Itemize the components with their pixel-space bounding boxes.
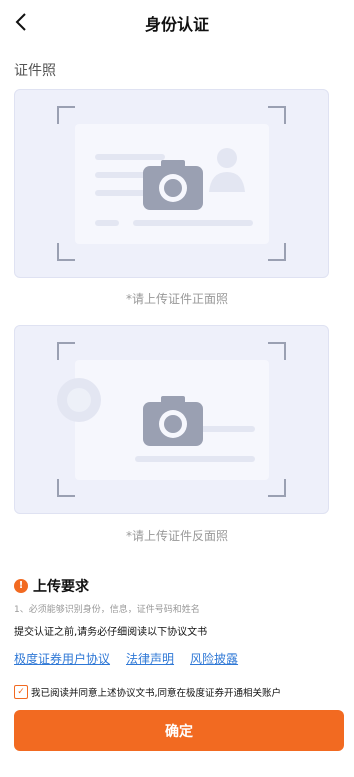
risk-disclosure-link[interactable]: 风险披露 bbox=[190, 650, 238, 667]
requirements-note: 提交认证之前,请务必仔细阅读以下协议文书 bbox=[14, 627, 208, 638]
camera-icon bbox=[143, 396, 203, 446]
frame-corner bbox=[57, 243, 75, 261]
frame-corner bbox=[268, 342, 286, 360]
section-label: 证件照 bbox=[14, 63, 56, 79]
frame-corner bbox=[268, 243, 286, 261]
id-front-upload[interactable] bbox=[14, 89, 329, 278]
confirm-button[interactable]: 确定 bbox=[14, 710, 344, 751]
frame-corner bbox=[57, 342, 75, 360]
requirements-title: 上传要求 bbox=[33, 579, 89, 595]
frame-corner bbox=[268, 106, 286, 124]
header: 身份认证 bbox=[0, 0, 354, 44]
emblem-icon bbox=[57, 378, 101, 422]
warning-icon: ! bbox=[14, 579, 28, 593]
user-agreement-link[interactable]: 极度证券用户协议 bbox=[14, 650, 110, 667]
back-hint: *请上传证件反面照 bbox=[125, 529, 228, 543]
agreement-row[interactable]: ✓ 我已阅读并同意上述协议文书,同意在极度证券开通相关账户 bbox=[14, 685, 281, 699]
agreement-checkbox[interactable]: ✓ bbox=[14, 685, 28, 699]
front-hint: *请上传证件正面照 bbox=[125, 292, 228, 306]
frame-corner bbox=[57, 479, 75, 497]
requirements-heading: ! 上传要求 bbox=[14, 577, 89, 595]
agreement-links: 极度证券用户协议 法律声明 风险披露 bbox=[14, 650, 238, 667]
requirements-desc: 1、必须能够识别身份，信息，证件号码和姓名 bbox=[14, 605, 200, 615]
check-icon: ✓ bbox=[17, 686, 25, 697]
frame-corner bbox=[268, 479, 286, 497]
id-back-upload[interactable] bbox=[14, 325, 329, 514]
frame-corner bbox=[57, 106, 75, 124]
camera-icon bbox=[143, 160, 203, 210]
page-title: 身份认证 bbox=[144, 15, 209, 34]
legal-statement-link[interactable]: 法律声明 bbox=[126, 650, 174, 667]
agreement-text: 我已阅读并同意上述协议文书,同意在极度证券开通相关账户 bbox=[31, 688, 282, 699]
portrait-icon bbox=[209, 148, 245, 192]
